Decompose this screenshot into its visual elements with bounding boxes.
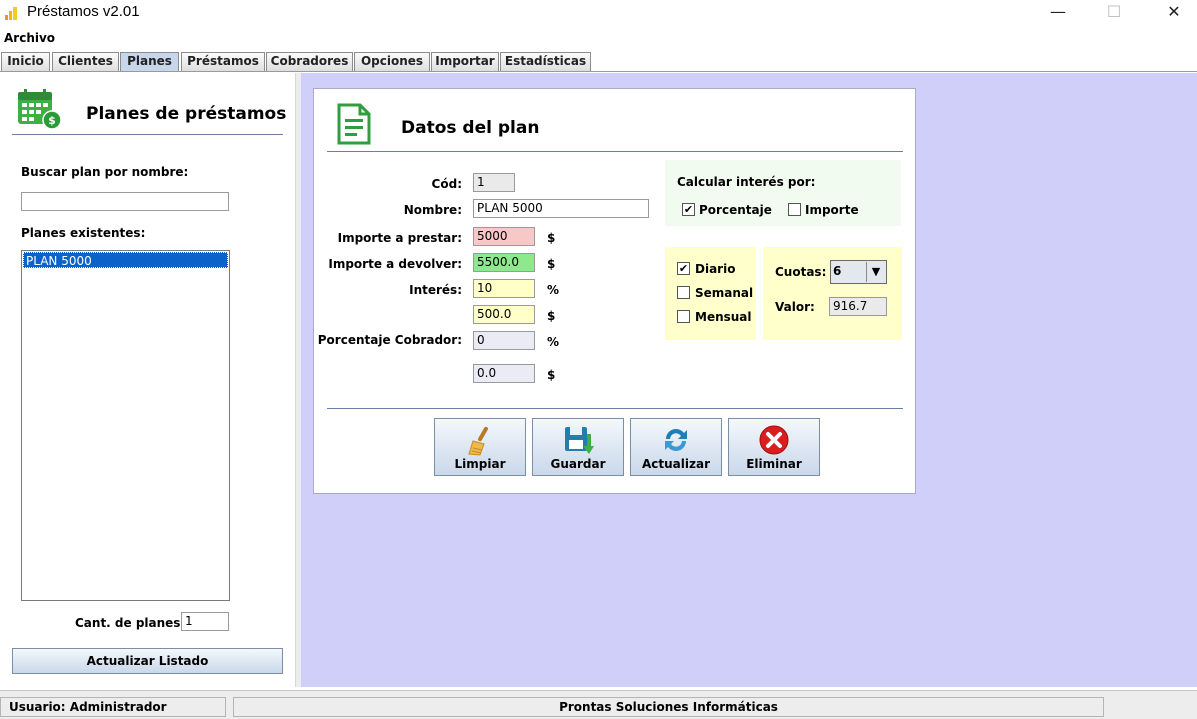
divider <box>12 134 283 135</box>
nombre-input[interactable]: PLAN 5000 <box>473 199 649 218</box>
porc-cobrador-input[interactable]: 0 <box>473 331 535 350</box>
importe-checkbox[interactable] <box>788 203 801 216</box>
importe-devolver-field: 5500.0 <box>473 253 535 272</box>
currency-unit: $ <box>547 309 556 323</box>
divider <box>327 408 903 409</box>
importe-devolver-label: Importe a devolver: <box>328 257 462 271</box>
plans-list-label: Planes existentes: <box>21 226 146 240</box>
interes-monto-input[interactable]: 500.0 <box>473 305 535 324</box>
guardar-button[interactable]: Guardar <box>532 418 624 476</box>
status-company: Prontas Soluciones Informáticas <box>233 697 1104 717</box>
eliminar-button[interactable]: Eliminar <box>728 418 820 476</box>
currency-unit: $ <box>547 257 556 271</box>
currency-unit: $ <box>547 231 556 245</box>
menu-archivo[interactable]: Archivo <box>4 31 55 45</box>
refresh-list-button[interactable]: Actualizar Listado <box>12 648 283 674</box>
save-disk-icon <box>565 427 594 454</box>
plan-data-title: Datos del plan <box>401 118 540 138</box>
divider <box>327 151 903 152</box>
tab-clientes[interactable]: Clientes <box>52 52 119 71</box>
actualizar-label: Actualizar <box>641 457 710 471</box>
cod-field: 1 <box>473 173 515 192</box>
guardar-label: Guardar <box>550 457 606 471</box>
interes-input[interactable]: 10 <box>473 279 535 298</box>
valor-label: Valor: <box>775 300 815 314</box>
delete-x-icon <box>759 425 789 455</box>
currency-unit: $ <box>547 368 556 382</box>
close-button[interactable]: ✕ <box>1151 0 1197 26</box>
tab-prestamos[interactable]: Préstamos <box>181 52 265 71</box>
tab-opciones[interactable]: Opciones <box>354 52 430 71</box>
percent-unit: % <box>547 335 560 349</box>
plan-count-field: 1 <box>181 612 229 631</box>
calc-interest-label: Calcular interés por: <box>677 175 816 189</box>
mensual-checkbox[interactable] <box>677 310 690 323</box>
tab-cobradores[interactable]: Cobradores <box>266 52 353 71</box>
minimize-button[interactable]: — <box>1035 0 1081 26</box>
importe-prestar-label: Importe a prestar: <box>337 231 462 245</box>
valor-field: 916.7 <box>829 297 887 316</box>
tab-inicio[interactable]: Inicio <box>1 52 50 71</box>
search-label: Buscar plan por nombre: <box>21 165 189 179</box>
cod-label: Cód: <box>431 177 462 191</box>
plans-sidebar-title: Planes de préstamos <box>86 104 287 124</box>
plans-list[interactable] <box>21 250 230 601</box>
interes-label: Interés: <box>409 283 462 297</box>
importe-prestar-input[interactable]: 5000 <box>473 227 535 246</box>
list-item[interactable]: PLAN 5000 <box>23 252 228 268</box>
porcentaje-label: Porcentaje <box>699 203 772 217</box>
tab-strip <box>0 51 1197 72</box>
svg-text:$: $ <box>48 114 56 127</box>
calendar-money-icon: $ <box>18 89 62 130</box>
window-title: Préstamos v2.01 <box>27 3 140 20</box>
cobrador-monto-input[interactable]: 0.0 <box>473 364 535 383</box>
broom-icon <box>468 426 488 456</box>
diario-label: Diario <box>695 262 736 276</box>
chevron-down-icon[interactable]: ▼ <box>866 262 885 282</box>
tab-importar[interactable]: Importar <box>431 52 499 71</box>
semanal-checkbox[interactable] <box>677 286 690 299</box>
status-user: Usuario: Administrador <box>0 697 226 717</box>
importe-label: Importe <box>805 203 859 217</box>
eliminar-label: Eliminar <box>746 457 802 471</box>
tab-estadisticas[interactable]: Estadísticas <box>500 52 591 71</box>
porc-cobrador-label: Porcentaje Cobrador: <box>317 333 462 347</box>
mensual-label: Mensual <box>695 310 752 324</box>
limpiar-button[interactable]: Limpiar <box>434 418 526 476</box>
plan-count-label: Cant. de planes <box>75 616 181 630</box>
search-input[interactable] <box>21 192 229 211</box>
cuotas-selected-value: 6 <box>833 264 842 278</box>
refresh-icon <box>665 429 687 451</box>
maximize-button[interactable]: ☐ <box>1091 0 1137 26</box>
menu-bar <box>0 28 1197 48</box>
document-icon <box>337 103 371 145</box>
percent-unit: % <box>547 283 560 297</box>
title-bar <box>0 0 1197 26</box>
app-coins-icon <box>5 7 17 20</box>
limpiar-label: Limpiar <box>454 457 506 471</box>
tab-planes[interactable]: Planes <box>120 52 179 71</box>
actualizar-button[interactable]: Actualizar <box>630 418 722 476</box>
nombre-label: Nombre: <box>403 203 462 217</box>
porcentaje-checkbox[interactable]: ✔ <box>682 203 695 216</box>
cuotas-label: Cuotas: <box>775 265 827 279</box>
semanal-label: Semanal <box>695 286 754 300</box>
diario-checkbox[interactable]: ✔ <box>677 262 690 275</box>
